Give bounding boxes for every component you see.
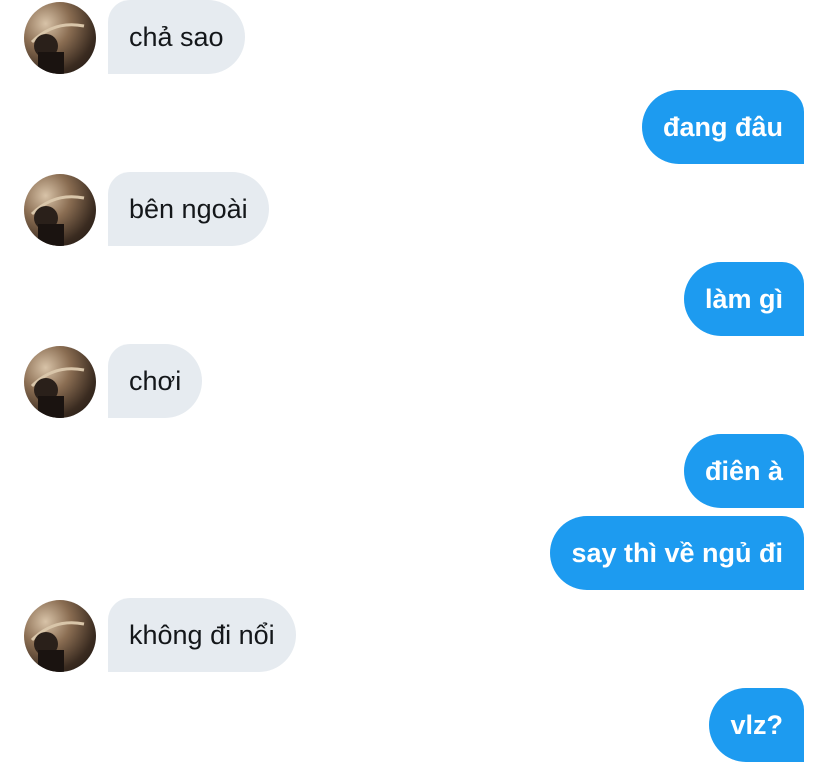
avatar-photo-icon <box>30 367 85 418</box>
message-text: say thì về ngủ đi <box>571 538 783 568</box>
message-bubble-received[interactable]: bên ngoài <box>108 172 269 246</box>
message-text: bên ngoài <box>129 194 248 224</box>
message-bubble-sent[interactable]: điên à <box>683 434 804 508</box>
message-bubble-sent[interactable]: đang đâu <box>642 90 804 164</box>
contact-avatar[interactable] <box>24 600 96 672</box>
message-bubble-sent[interactable]: say thì về ngủ đi <box>550 516 804 590</box>
contact-avatar[interactable] <box>24 2 96 74</box>
contact-avatar[interactable] <box>24 346 96 418</box>
contact-avatar[interactable] <box>24 174 96 246</box>
avatar-photo-icon <box>30 621 85 672</box>
message-bubble-received[interactable]: không đi nổi <box>108 598 296 672</box>
message-text: điên à <box>704 456 783 486</box>
message-text: đang đâu <box>663 112 783 142</box>
avatar-photo-icon <box>30 23 85 74</box>
message-bubble-sent[interactable]: vlz? <box>709 688 804 762</box>
avatar-photo-icon <box>30 195 85 246</box>
message-text: không đi nổi <box>129 620 275 650</box>
message-text: chơi <box>129 366 182 396</box>
message-bubble-received[interactable]: chả sao <box>108 0 245 74</box>
message-bubble-received[interactable]: chơi <box>108 344 203 418</box>
message-text: vlz? <box>730 710 783 740</box>
message-text: làm gì <box>704 284 783 314</box>
message-text: chả sao <box>129 22 224 52</box>
message-bubble-sent[interactable]: làm gì <box>683 262 804 336</box>
